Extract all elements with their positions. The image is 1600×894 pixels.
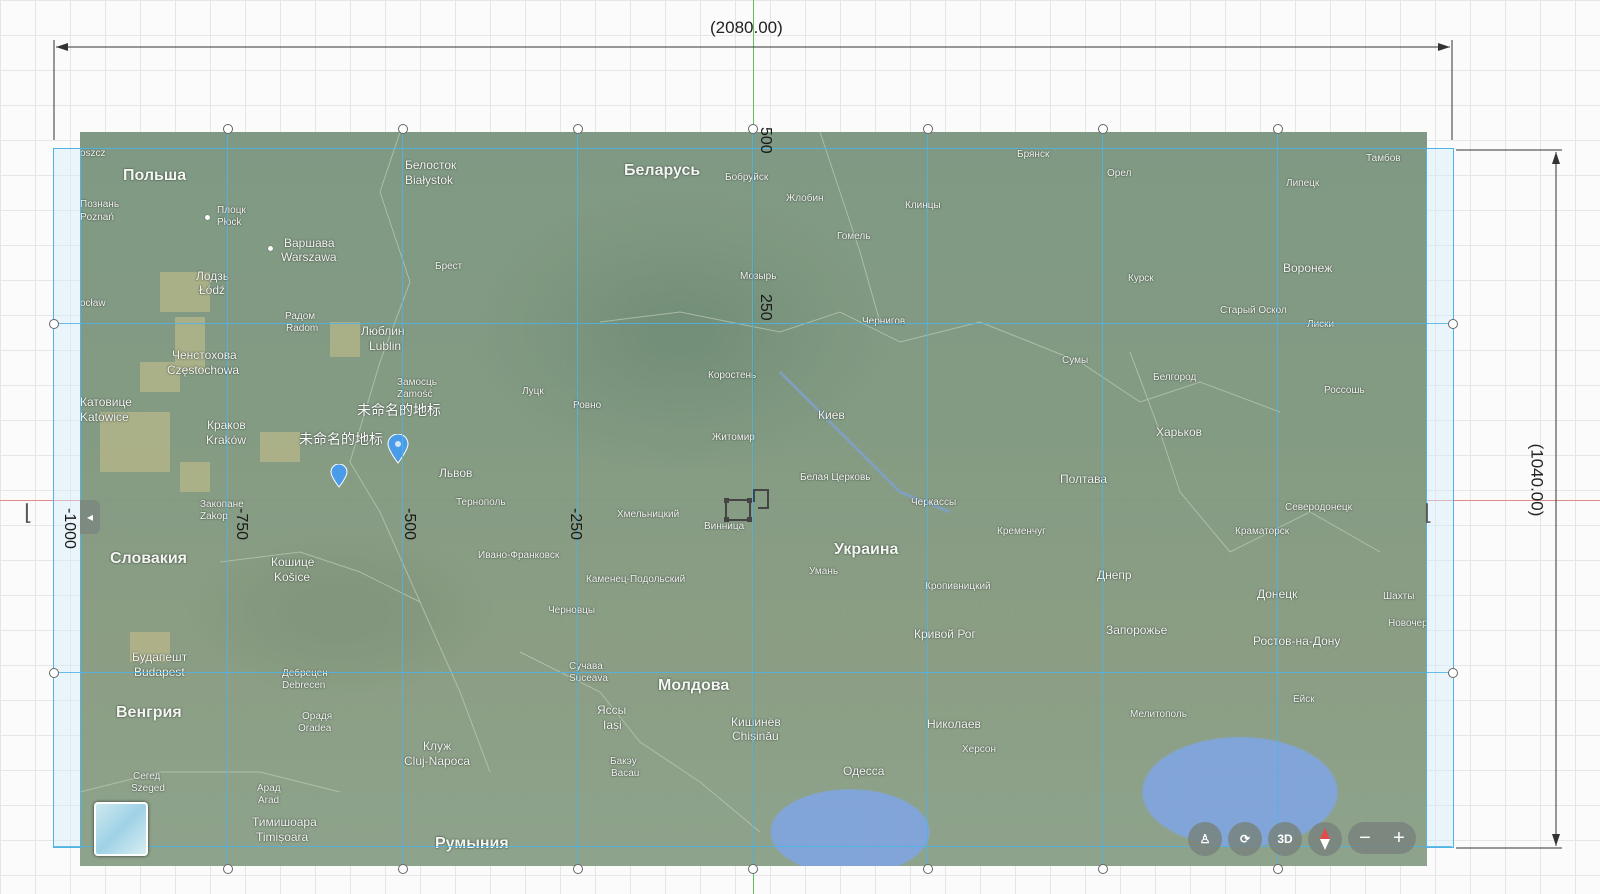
map-layer-thumbnail[interactable] bbox=[94, 802, 148, 856]
axis-tick-label: -250 bbox=[567, 508, 584, 541]
axis-tick-label: -750 bbox=[233, 508, 250, 541]
anchor-right-icon[interactable]: ⌊ bbox=[1424, 500, 1433, 526]
axis-tick-label: -1000 bbox=[61, 508, 78, 549]
dimension-lines bbox=[53, 40, 1562, 849]
axis-tick-label: -500 bbox=[401, 508, 418, 541]
anchor-left-icon[interactable]: ⌊ bbox=[24, 500, 33, 526]
axis-tick-label: 250 bbox=[757, 294, 774, 321]
zoom-out-button[interactable]: − bbox=[1359, 827, 1371, 850]
compass-icon[interactable] bbox=[1308, 822, 1342, 856]
axis-tick-label: 500 bbox=[757, 127, 774, 154]
pivot-transform-icon[interactable] bbox=[724, 486, 776, 530]
zoom-in-button[interactable]: + bbox=[1393, 827, 1405, 850]
collapse-panel-button[interactable]: ◂ bbox=[80, 500, 100, 534]
zoom-control: − + bbox=[1348, 822, 1416, 854]
street-view-person-icon[interactable]: ♙ bbox=[1188, 822, 1222, 856]
height-dimension-label: (1040.00) bbox=[1527, 443, 1547, 517]
rotate-reset-icon[interactable]: ⟳ bbox=[1228, 822, 1262, 856]
three-d-toggle-button[interactable]: 3D bbox=[1268, 822, 1302, 856]
width-dimension-label: (2080.00) bbox=[710, 18, 783, 37]
